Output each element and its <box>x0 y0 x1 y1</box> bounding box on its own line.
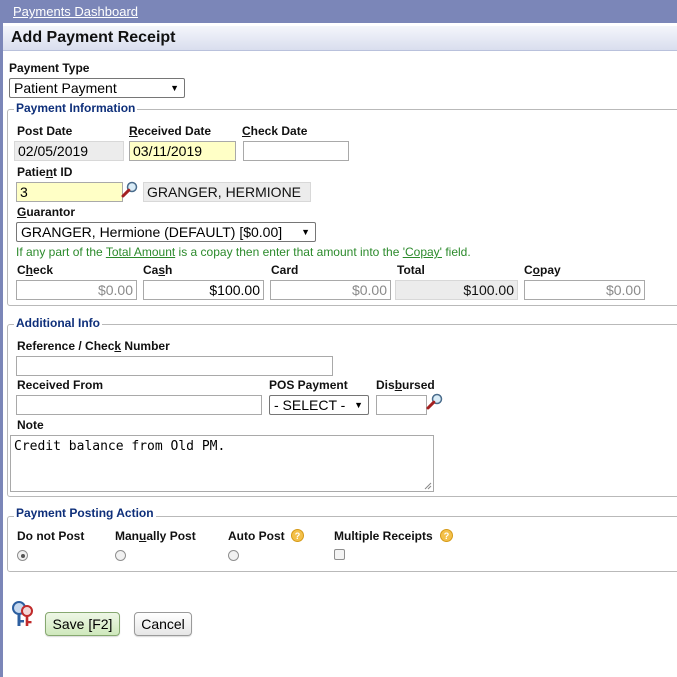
patient-id-label: Patient ID <box>17 165 73 179</box>
payments-dashboard-link[interactable]: Payments Dashboard <box>13 4 138 19</box>
top-bar: Payments Dashboard <box>0 0 677 23</box>
guarantor-select[interactable]: GRANGER, Hermione (DEFAULT) [$0.00] ▼ <box>16 222 316 242</box>
received-date-label: Received Date <box>129 124 212 138</box>
auto-post-label: Auto Post <box>228 529 285 543</box>
reference-field[interactable] <box>16 356 333 376</box>
manually-post-label: Manually Post <box>115 529 196 543</box>
check-date-field[interactable] <box>243 141 349 161</box>
disbursed-label: Disbursed <box>376 378 435 392</box>
check-amount-label: Check <box>17 263 54 277</box>
copay-link[interactable]: 'Copay' <box>403 245 442 259</box>
cash-amount-field[interactable]: $100.00 <box>143 280 264 300</box>
resize-grip-icon[interactable] <box>424 482 432 490</box>
disbursed-search-icon[interactable] <box>426 393 444 411</box>
received-from-field[interactable] <box>16 395 262 415</box>
dropdown-arrow-icon: ▼ <box>301 227 310 237</box>
payment-type-label: Payment Type <box>9 61 90 75</box>
copay-hint-prefix: If any part of the <box>16 245 106 259</box>
check-amount-field[interactable]: $0.00 <box>16 280 137 300</box>
copay-hint-middle: is a copay then enter that amount into t… <box>175 245 403 259</box>
copay-amount-label: Copay <box>524 263 561 277</box>
payment-type-select[interactable]: Patient Payment ▼ <box>9 78 185 98</box>
title-bar: Add Payment Receipt <box>3 26 677 51</box>
card-amount-field[interactable]: $0.00 <box>270 280 391 300</box>
do-not-post-radio[interactable] <box>17 550 28 561</box>
pos-payment-value: - SELECT - <box>274 397 346 413</box>
cash-amount-label: Cash <box>143 263 173 277</box>
multiple-receipts-label: Multiple Receipts <box>334 529 433 543</box>
auto-post-help-icon[interactable]: ? <box>291 529 304 542</box>
post-date-label: Post Date <box>17 124 73 138</box>
cancel-button[interactable]: Cancel <box>134 612 192 636</box>
copay-amount-field[interactable]: $0.00 <box>524 280 645 300</box>
multiple-receipts-help-icon[interactable]: ? <box>440 529 453 542</box>
patient-id-field[interactable]: 3 <box>16 182 123 202</box>
dropdown-arrow-icon: ▼ <box>170 83 179 93</box>
note-textarea[interactable]: Credit balance from Old PM. <box>10 435 434 492</box>
multiple-receipts-checkbox[interactable] <box>334 549 345 560</box>
dropdown-arrow-icon: ▼ <box>354 400 363 410</box>
pos-payment-label: POS Payment <box>269 378 348 392</box>
guarantor-value: GRANGER, Hermione (DEFAULT) [$0.00] <box>21 224 283 240</box>
received-from-label: Received From <box>17 378 104 392</box>
total-amount-field: $100.00 <box>395 280 518 300</box>
patient-search-icon[interactable] <box>121 181 139 199</box>
posting-action-group <box>7 516 677 572</box>
post-date-field: 02/05/2019 <box>14 141 124 161</box>
pos-payment-select[interactable]: - SELECT - ▼ <box>269 395 369 415</box>
additional-info-legend: Additional Info <box>14 316 102 330</box>
note-label: Note <box>17 418 44 432</box>
patient-name-field: GRANGER, HERMIONE <box>143 182 311 202</box>
disbursed-field[interactable] <box>376 395 427 415</box>
save-button[interactable]: Save [F2] <box>45 612 120 636</box>
total-amount-label: Total <box>397 263 425 277</box>
card-amount-label: Card <box>271 263 299 277</box>
reference-label: Reference / Check Number <box>17 339 170 353</box>
total-amount-link[interactable]: Total Amount <box>106 245 175 259</box>
payment-information-group <box>7 109 677 306</box>
manually-post-radio[interactable] <box>115 550 126 561</box>
left-edge-bar <box>0 23 3 677</box>
received-date-field[interactable]: 03/11/2019 <box>129 141 236 161</box>
posting-action-legend: Payment Posting Action <box>14 506 156 520</box>
keys-icon <box>12 601 33 626</box>
payment-type-value: Patient Payment <box>14 80 117 96</box>
copay-hint: If any part of the Total Amount is a cop… <box>16 245 471 259</box>
payment-information-legend: Payment Information <box>14 101 138 115</box>
auto-post-radio[interactable] <box>228 550 239 561</box>
check-date-label: Check Date <box>242 124 308 138</box>
guarantor-label: Guarantor <box>17 205 76 219</box>
do-not-post-label: Do not Post <box>17 529 85 543</box>
copay-hint-suffix: field. <box>441 245 471 259</box>
page-title: Add Payment Receipt <box>11 29 176 46</box>
